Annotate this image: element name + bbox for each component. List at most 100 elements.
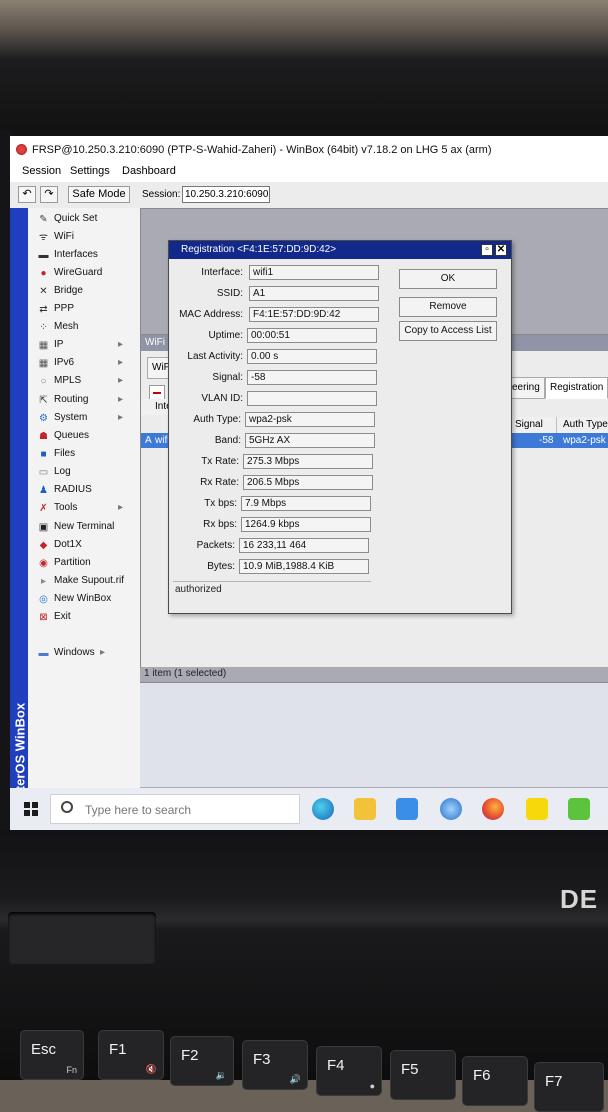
column-header-signal[interactable]: Signal xyxy=(511,417,557,433)
field-label-vlan-id: VLAN ID: xyxy=(201,393,243,404)
field-value-interface[interactable]: wifi1 xyxy=(249,265,379,280)
key-esc[interactable]: Esc Fn xyxy=(20,1030,84,1080)
sidebar-item-label: Partition xyxy=(54,557,91,568)
download-icon[interactable] xyxy=(568,798,590,820)
field-value-last-activity[interactable]: 0.00 s xyxy=(247,349,377,364)
sidebar-item-mpls[interactable]: ○ MPLS ▸ xyxy=(28,372,140,390)
field-label-interface: Interface: xyxy=(201,267,243,278)
sidebar-item-label: New WinBox xyxy=(54,593,112,604)
windows-logo-icon xyxy=(24,810,30,816)
key-label: F5 xyxy=(401,1061,419,1078)
sidebar-item-ip[interactable]: ▦ IP ▸ xyxy=(28,336,140,354)
wireguard-icon: ● xyxy=(40,268,47,279)
field-value-rx-bps[interactable]: 1264.9 kbps xyxy=(241,517,371,532)
field-value-rx-rate[interactable]: 206.5 Mbps xyxy=(243,475,373,490)
copy-to-access-list-button[interactable]: Copy to Access List xyxy=(399,321,497,341)
sidebar-item-quick-set[interactable]: ✎ Quick Set xyxy=(28,210,140,228)
sidebar-item-label: Quick Set xyxy=(54,213,98,224)
routing-icon: ⇱ xyxy=(39,395,48,406)
row-flag: A xyxy=(145,435,152,446)
menu-settings[interactable]: Settings xyxy=(70,165,110,177)
field-value-ssid[interactable]: A1 xyxy=(249,286,379,301)
field-value-band[interactable]: 5GHz AX xyxy=(245,433,375,448)
sidebar-item-interfaces[interactable]: ▬ Interfaces xyxy=(28,246,140,264)
field-value-uptime[interactable]: 00:00:51 xyxy=(247,328,377,343)
sidebar-item-new-terminal[interactable]: ▣ New Terminal xyxy=(28,518,140,536)
sidebar-item-dot1x[interactable]: ◆ Dot1X xyxy=(28,536,140,554)
field-value-auth-type[interactable]: wpa2-psk xyxy=(245,412,375,427)
redo-button[interactable]: ↷ xyxy=(40,186,58,203)
field-value-mac-address[interactable]: F4:1E:57:DD:9D:42 xyxy=(249,307,379,322)
partition-icon: ◉ xyxy=(39,558,48,569)
start-button[interactable] xyxy=(24,802,38,816)
sidebar-item-partition[interactable]: ◉ Partition xyxy=(28,554,140,572)
submenu-arrow-icon: ▸ xyxy=(118,412,124,423)
sidebar-item-new-winbox[interactable]: ◎ New WinBox xyxy=(28,590,140,608)
sidebar-item-label: IP xyxy=(54,339,64,350)
sidebar-item-wireguard[interactable]: ● WireGuard xyxy=(28,264,140,282)
hinge-left xyxy=(8,912,156,964)
sidebar-item-radius[interactable]: ♟ RADIUS xyxy=(28,481,140,499)
column-header-auth-type[interactable]: Auth Type xyxy=(557,417,608,433)
winbox-taskbar-icon[interactable] xyxy=(440,798,462,820)
field-value-tx-bps[interactable]: 7.9 Mbps xyxy=(241,496,371,511)
safe-mode-button[interactable]: Safe Mode xyxy=(68,186,130,203)
field-value-packets[interactable]: 16 233,11 464 xyxy=(239,538,369,553)
field-value-bytes[interactable]: 10.9 MiB,1988.4 KiB xyxy=(239,559,369,574)
sidebar-item-exit[interactable]: ⊠ Exit xyxy=(28,608,140,626)
key-f5[interactable]: F5 xyxy=(390,1050,456,1100)
ip-icon: ▦ xyxy=(38,340,49,351)
row-signal: -58 xyxy=(539,435,554,446)
store-icon[interactable] xyxy=(396,798,418,820)
tab-steering[interactable]: eering xyxy=(507,377,545,399)
menu-session[interactable]: Session xyxy=(22,165,61,177)
restore-button[interactable]: ▫ xyxy=(481,244,493,256)
sidebar-item-wifi[interactable]: ᯤ WiFi xyxy=(28,228,140,246)
key-f3[interactable]: F3 🔊 xyxy=(242,1040,308,1090)
sticky-notes-icon[interactable] xyxy=(526,798,548,820)
field-value-vlan-id[interactable] xyxy=(247,391,377,406)
sidebar-item-log[interactable]: ▭ Log xyxy=(28,463,140,481)
sidebar-item-routing[interactable]: ⇱ Routing ▸ xyxy=(28,391,140,409)
key-f7[interactable]: F7 xyxy=(534,1062,604,1112)
field-value-tx-rate[interactable]: 275.3 Mbps xyxy=(243,454,373,469)
sidebar-item-tools[interactable]: ✗ Tools ▸ xyxy=(28,499,140,517)
edge-icon[interactable] xyxy=(312,798,334,820)
sidebar-item-ppp[interactable]: ⇄ PPP xyxy=(28,300,140,318)
volume-down-icon: 🔉 xyxy=(215,1070,227,1080)
sidebar-item-files[interactable]: ■ Files xyxy=(28,445,140,463)
sidebar-item-bridge[interactable]: ✕ Bridge xyxy=(28,282,140,300)
close-button[interactable]: ✕ xyxy=(495,244,507,256)
sidebar-item-mesh[interactable]: ⁘ Mesh xyxy=(28,318,140,336)
taskbar-search-box[interactable]: Type here to search xyxy=(50,794,300,824)
registration-dialog: Registration <F4:1E:57:DD:9D:42> ▫ ✕ Int… xyxy=(168,240,512,614)
key-f4[interactable]: F4 ● xyxy=(316,1046,382,1096)
registration-dialog-title[interactable]: Registration <F4:1E:57:DD:9D:42> xyxy=(169,241,511,259)
sidebar-item-ipv6[interactable]: ▦ IPv6 ▸ xyxy=(28,354,140,372)
file-explorer-icon[interactable] xyxy=(354,798,376,820)
registration-status: authorized xyxy=(173,581,371,598)
menu-dashboard[interactable]: Dashboard xyxy=(122,165,176,177)
key-label: F6 xyxy=(473,1067,491,1084)
window-title: FRSP@10.250.3.210:6090 (PTP-S-Wahid-Zahe… xyxy=(32,144,492,156)
key-label: F3 xyxy=(253,1051,271,1068)
tab-registration[interactable]: Registration xyxy=(545,377,608,399)
key-f1[interactable]: F1 🔇 xyxy=(98,1030,164,1080)
sidebar-item-windows[interactable]: ▬ Windows ▸ xyxy=(28,644,140,662)
firefox-icon[interactable] xyxy=(482,798,504,820)
window-titlebar[interactable]: FRSP@10.250.3.210:6090 (PTP-S-Wahid-Zahe… xyxy=(10,136,608,164)
sidebar-item-make-supout[interactable]: ▸ Make Supout.rif xyxy=(28,572,140,590)
remove-button[interactable]: Remove xyxy=(399,297,497,317)
submenu-arrow-icon: ▸ xyxy=(118,375,124,386)
field-label-last-activity: Last Activity: xyxy=(187,351,243,362)
field-value-signal[interactable]: -58 xyxy=(247,370,377,385)
key-label: F2 xyxy=(181,1047,199,1064)
sidebar-item-label: Exit xyxy=(54,611,71,622)
key-f2[interactable]: F2 🔉 xyxy=(170,1036,234,1086)
sidebar-item-queues[interactable]: ☗ Queues xyxy=(28,427,140,445)
ok-button[interactable]: OK xyxy=(399,269,497,289)
submenu-arrow-icon: ▸ xyxy=(118,339,124,350)
sidebar-item-system[interactable]: ⚙ System ▸ xyxy=(28,409,140,427)
undo-button[interactable]: ↶ xyxy=(18,186,36,203)
key-f6[interactable]: F6 xyxy=(462,1056,528,1106)
